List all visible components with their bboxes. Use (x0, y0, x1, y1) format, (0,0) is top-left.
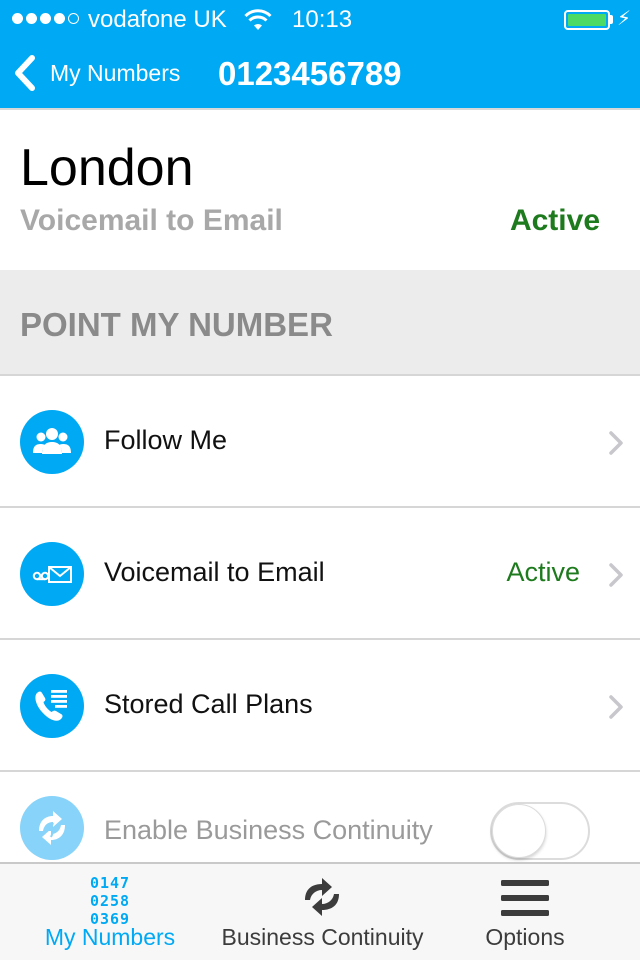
voicemail-envelope-icon (20, 542, 84, 606)
list-item-business-continuity: Enable Business Continuity (0, 772, 640, 862)
location-service: Voicemail to Email (20, 204, 283, 237)
tab-label: My Numbers (44, 924, 176, 950)
hamburger-menu-icon (501, 880, 549, 916)
digits-row: 0258 (89, 892, 131, 910)
row-status: Active (506, 557, 580, 587)
business-continuity-toggle[interactable] (490, 802, 590, 860)
status-bar: vodafone UK 10:13 ⚡ (0, 0, 640, 40)
signal-strength-icon (12, 13, 79, 24)
tab-my-numbers[interactable]: 0147 0258 0369 My Numbers (20, 864, 200, 960)
tab-options[interactable]: Options (440, 864, 610, 960)
clock: 10:13 (292, 6, 353, 33)
chevron-right-icon (609, 431, 623, 455)
keypad-digits-icon: 0147 0258 0369 (20, 874, 200, 928)
nav-bar: My Numbers 0123456789 (0, 40, 640, 108)
tab-business-continuity[interactable]: Business Continuity (205, 864, 440, 960)
back-button[interactable]: My Numbers (10, 54, 180, 92)
charging-bolt-icon: ⚡ (617, 8, 632, 30)
battery-icon (564, 10, 610, 30)
phone-list-icon (20, 674, 84, 738)
list-item-voicemail-to-email[interactable]: Voicemail to Email Active (0, 508, 640, 640)
row-label: Follow Me (104, 425, 228, 455)
header: vodafone UK 10:13 ⚡ My Numbers 012345678… (0, 0, 640, 108)
continuity-arrows-icon (20, 796, 84, 860)
location-status: Active (509, 204, 600, 237)
tab-label: Options (485, 924, 565, 950)
wifi-icon (244, 9, 272, 30)
section-header: POINT MY NUMBER (0, 270, 640, 376)
chevron-left-icon (15, 55, 35, 91)
back-button-label: My Numbers (50, 60, 181, 86)
list-item-stored-call-plans[interactable]: Stored Call Plans (0, 640, 640, 772)
chevron-right-icon (609, 563, 623, 587)
row-label: Voicemail to Email (104, 557, 325, 587)
row-label: Enable Business Continuity (104, 815, 433, 845)
page-title: 0123456789 (218, 55, 402, 92)
tab-label: Business Continuity (221, 924, 424, 950)
location-summary: London Voicemail to Email Active (0, 108, 640, 270)
digits-row: 0147 (89, 874, 131, 892)
section-title: POINT MY NUMBER (20, 306, 333, 343)
continuity-arrows-icon (305, 878, 339, 916)
row-label: Stored Call Plans (104, 689, 313, 719)
chevron-right-icon (609, 695, 623, 719)
location-name: London (20, 139, 194, 197)
people-group-icon (20, 410, 84, 474)
list-item-follow-me[interactable]: Follow Me (0, 376, 640, 508)
toggle-knob (492, 804, 546, 858)
battery-tip (610, 15, 613, 24)
tab-bar: 0147 0258 0369 My Numbers Business Conti… (0, 862, 640, 960)
carrier-name: vodafone UK (88, 6, 227, 33)
